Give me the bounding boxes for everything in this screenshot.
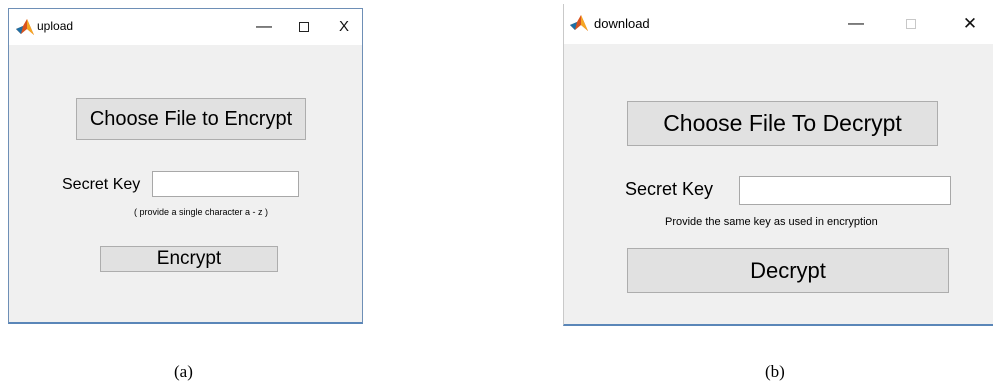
secret-key-input[interactable] [152, 171, 299, 197]
secret-key-input[interactable] [739, 176, 951, 205]
figure: upload — X Choose File to Encrypt Secret… [0, 0, 993, 392]
decrypt-button[interactable]: Decrypt [627, 248, 949, 293]
minimize-button[interactable]: — [249, 9, 279, 45]
maximize-icon [299, 22, 309, 32]
matlab-icon [570, 15, 588, 31]
close-icon: X [338, 18, 349, 35]
encrypt-button[interactable]: Encrypt [100, 246, 278, 272]
minimize-button[interactable]: — [841, 4, 871, 44]
caption-b: (b) [765, 362, 785, 381]
maximize-button[interactable] [289, 9, 319, 45]
secret-key-label: Secret Key [625, 179, 714, 199]
choose-file-to-decrypt-button[interactable]: Choose File To Decrypt [627, 101, 938, 146]
download-titlebar: download — ✕ [564, 4, 993, 44]
maximize-button[interactable] [896, 4, 926, 44]
choose-file-to-encrypt-button[interactable]: Choose File to Encrypt [76, 98, 306, 140]
upload-window: upload — X Choose File to Encrypt Secret… [8, 8, 363, 324]
close-button[interactable]: X [329, 9, 359, 45]
matlab-icon [16, 19, 34, 35]
key-hint: ( provide a single character a - z ) [134, 207, 269, 217]
window-title: upload [37, 19, 74, 33]
maximize-icon [906, 19, 916, 29]
caption-a: (a) [174, 362, 193, 381]
close-button[interactable]: ✕ [955, 4, 985, 44]
secret-key-label: Secret Key [62, 176, 141, 193]
minimize-icon: — [256, 18, 272, 35]
window-title: download [594, 16, 650, 31]
upload-titlebar: upload — X [9, 9, 362, 45]
download-window: download — ✕ Choose File To Decrypt Secr… [563, 4, 993, 326]
minimize-icon: — [848, 15, 864, 32]
close-icon: ✕ [962, 14, 978, 33]
key-hint: Provide the same key as used in encrypti… [665, 216, 878, 228]
